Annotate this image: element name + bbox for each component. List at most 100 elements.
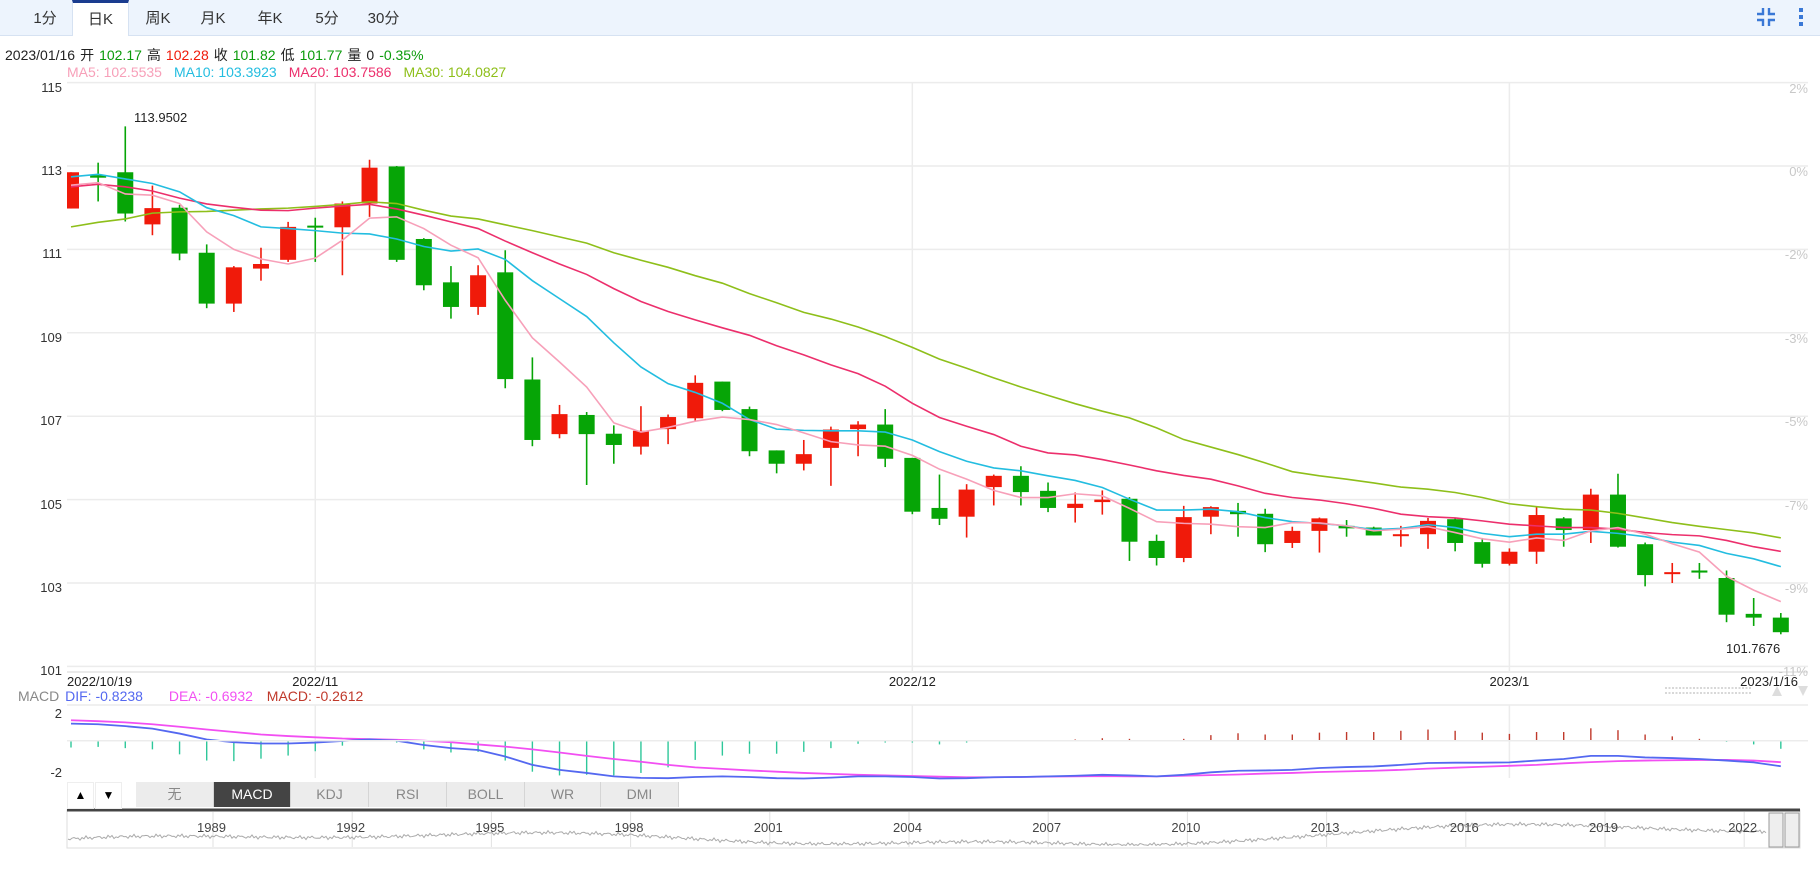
candle-down [1691, 570, 1708, 573]
navigator-year-label: 1989 [197, 820, 226, 835]
min-price-label: 101.7676 [1726, 641, 1781, 656]
candle-up [985, 475, 1002, 488]
macd-y-tick: -2 [50, 765, 62, 780]
candle-down [1040, 490, 1057, 508]
candle-up [1664, 572, 1681, 575]
candle-down [904, 457, 921, 512]
panel-down-button[interactable]: ▼ [95, 782, 122, 809]
candle-up [225, 267, 242, 304]
candle-down [931, 507, 948, 519]
y-right-tick-label: -5% [1784, 414, 1808, 430]
candle-down [578, 414, 595, 435]
candle-down [877, 424, 894, 459]
ma20-line [70, 183, 1781, 553]
y-right-tick-label: -7% [1784, 497, 1808, 513]
navigator-year-label: 2016 [1449, 820, 1479, 835]
tab-indicator-boll[interactable]: BOLL [447, 782, 525, 807]
x-tick-label: 2022/11 [292, 674, 339, 689]
candle-up [1094, 499, 1111, 503]
candle-down [605, 433, 622, 445]
candle-down [1474, 542, 1491, 564]
candle-down [1012, 475, 1029, 493]
y-tick-label: 107 [40, 413, 62, 429]
candle-up [795, 454, 812, 464]
candle-up [280, 226, 297, 260]
candle-down [388, 166, 405, 260]
candle-down [1637, 544, 1654, 576]
ma5-line [70, 181, 1782, 603]
candle-down [171, 207, 188, 254]
candle-up [361, 167, 378, 204]
candle-down [442, 282, 459, 307]
navigator-year-label: 1995 [475, 820, 505, 835]
candle-up [958, 489, 975, 517]
macd-title: MACD [18, 688, 60, 704]
x-tick-label: 2022/10/19 [67, 674, 133, 689]
panel-up-button[interactable]: ▲ [67, 782, 94, 809]
candle-down [768, 450, 785, 464]
macd-y-tick: 2 [54, 706, 62, 721]
y-tick-label: 115 [41, 79, 62, 95]
scroll-down-icon[interactable] [1798, 686, 1808, 696]
candle-down [198, 252, 215, 304]
navigator-year-label: 2007 [1032, 820, 1062, 835]
candle-down [1772, 617, 1789, 633]
candle-down [524, 379, 541, 440]
y-tick-label: 101 [40, 663, 62, 679]
tab-indicator-rsi[interactable]: RSI [369, 782, 447, 807]
candle-down [497, 272, 514, 380]
navigator-year-label: 1992 [336, 820, 366, 835]
macd-value-legend: MACD: -0.2612 [266, 688, 364, 704]
x-tick-label: 2023/1 [1489, 674, 1530, 689]
candle-up [687, 382, 704, 419]
candle-up [67, 172, 79, 209]
y-right-tick-label: -3% [1784, 330, 1808, 346]
navigator-year-label: 2010 [1171, 820, 1201, 835]
candle-down [1609, 494, 1626, 547]
dea-line [70, 719, 1781, 779]
dif-line [70, 722, 1781, 780]
candle-up [850, 424, 867, 430]
y-right-tick-label: 0% [1789, 164, 1808, 179]
kline-chart[interactable] [0, 0, 1820, 873]
dif-legend: DIF: -0.8238 [65, 688, 143, 704]
navigator-handle-left[interactable] [1768, 812, 1784, 848]
candle-up [551, 414, 568, 435]
candle-down [714, 381, 731, 410]
navigator-handle-right[interactable] [1784, 812, 1800, 848]
navigator-year-label: 1998 [614, 820, 644, 835]
candle-up [822, 429, 839, 448]
candle-up [470, 275, 487, 307]
y-tick-label: 111 [42, 246, 62, 262]
tab-indicator-none[interactable]: 无 [136, 782, 214, 807]
candle-down [307, 225, 324, 228]
candle-up [144, 208, 161, 225]
candle-up [1284, 530, 1301, 543]
candle-down [1745, 613, 1762, 618]
candle-up [1582, 494, 1599, 531]
ma10-line [70, 173, 1782, 568]
macd-legend: MACD DIF: -0.8238 DEA: -0.6932 MACD: -0.… [18, 688, 363, 704]
candle-up [632, 430, 649, 447]
navigator-frame [66, 809, 1801, 849]
tab-indicator-wr[interactable]: WR [525, 782, 601, 807]
y-right-tick-label: 2% [1789, 80, 1808, 96]
y-tick-label: 113 [41, 163, 62, 178]
x-tick-label: 2023/1/16 [1740, 674, 1798, 689]
candle-up [1067, 503, 1084, 508]
candle-up [252, 263, 269, 269]
navigator-year-label: 2001 [753, 820, 783, 835]
candle-up [1501, 551, 1518, 564]
navigator-year-label: 2019 [1589, 820, 1618, 835]
navigator-year-label: 2004 [893, 820, 922, 835]
candle-up [1528, 515, 1545, 552]
tab-indicator-dmi[interactable]: DMI [601, 782, 679, 807]
y-right-tick-label: -9% [1784, 581, 1808, 596]
tab-indicator-macd[interactable]: MACD [214, 782, 291, 807]
candle-up [1392, 534, 1409, 537]
tab-indicator-kdj[interactable]: KDJ [291, 782, 369, 807]
max-price-label: 113.9502 [134, 110, 188, 125]
navigator-year-label: 2013 [1310, 820, 1340, 835]
candle-down [1148, 540, 1165, 558]
y-tick-label: 105 [40, 496, 62, 512]
